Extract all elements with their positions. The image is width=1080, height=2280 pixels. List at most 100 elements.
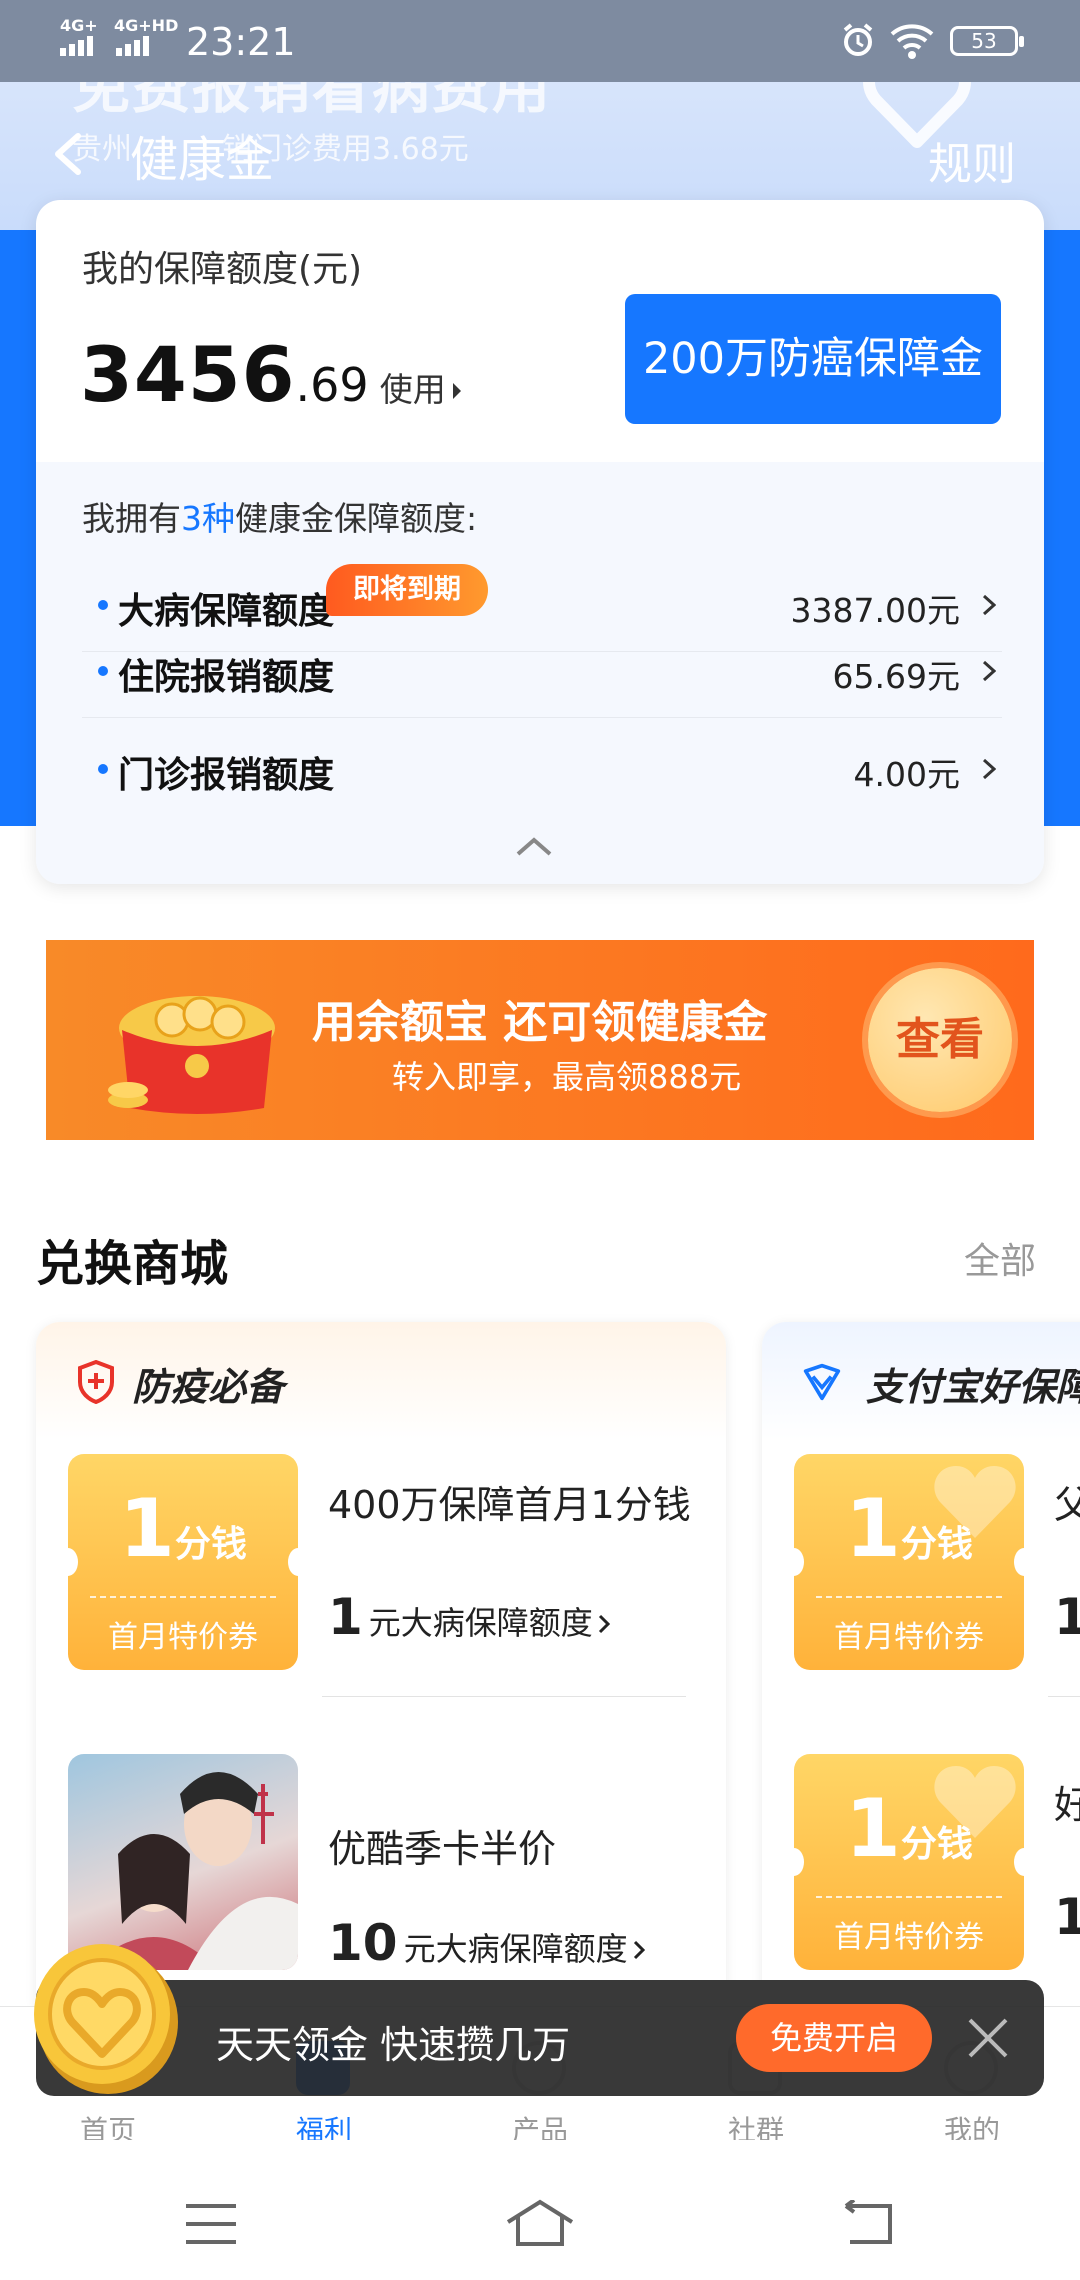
back-arrow-icon[interactable] bbox=[48, 130, 88, 178]
row-value: 65.69元 bbox=[832, 657, 960, 696]
own-count: 3种 bbox=[181, 499, 235, 538]
bullet-dot bbox=[98, 600, 108, 610]
item-amount[interactable]: 1 bbox=[1054, 1588, 1080, 1646]
daily-gold-promo-bar: 天天领金 快速攒几万 免费开启 bbox=[36, 1980, 1044, 2096]
chevron-right-icon bbox=[633, 1940, 645, 1960]
item-title[interactable]: 好 bbox=[1054, 1774, 1080, 1829]
coupon-divider bbox=[816, 1596, 1002, 1598]
item-title[interactable]: 400万保障首月1分钱 bbox=[328, 1474, 691, 1529]
yuebao-banner[interactable]: 用余额宝 还可领健康金 转入即享，最高领888元 查看 bbox=[46, 940, 1034, 1140]
coupon-unit: 分钱 bbox=[174, 1524, 247, 1565]
coupon-card[interactable]: 1分钱 首月特价券 bbox=[58, 1454, 308, 1670]
shield-plus-icon bbox=[78, 1360, 114, 1404]
amount-decimal: .69 bbox=[295, 358, 369, 412]
item-title[interactable]: 优酷季卡半价 bbox=[328, 1818, 556, 1873]
coupon-subtitle: 首月特价券 bbox=[834, 1920, 984, 1955]
item-amount-number: 1 bbox=[328, 1588, 363, 1646]
gold-coin-icon bbox=[34, 1944, 178, 2094]
promo-enable-button[interactable]: 免费开启 bbox=[736, 2004, 932, 2072]
item-amount-text: 元大病保障额度 bbox=[368, 1604, 593, 1642]
item-divider bbox=[1048, 1696, 1080, 1697]
coupon-subtitle: 首月特价券 bbox=[834, 1620, 984, 1655]
coupon-subtitle: 首月特价券 bbox=[108, 1620, 258, 1655]
chevron-right-icon bbox=[982, 594, 996, 616]
row-name: 门诊报销额度 bbox=[118, 755, 335, 796]
system-navigation-bar bbox=[0, 2140, 1080, 2280]
home-nav-icon[interactable] bbox=[504, 2198, 576, 2248]
battery-indicator: 53 bbox=[950, 26, 1024, 56]
banner-view-button[interactable]: 查看 bbox=[868, 968, 1012, 1112]
coupon-card[interactable]: 1分钱 首月特价券 bbox=[784, 1454, 1034, 1670]
chevron-right-icon bbox=[598, 1614, 611, 1634]
row-value: 4.00元 bbox=[853, 755, 960, 794]
own-coverage-label: 我拥有3种健康金保障额度: bbox=[82, 492, 477, 540]
coupon-notch bbox=[784, 1848, 804, 1876]
coupon-notch bbox=[1014, 1848, 1034, 1876]
coupon-value: 1分钱 bbox=[794, 1482, 1024, 1575]
item-amount[interactable]: 1 bbox=[1054, 1888, 1080, 1946]
mall-panel-epidemic: 防疫必备 1分钱 首月特价券 400万保障首月1分钱 1 元大病保障额度 优酷季卡… bbox=[36, 1322, 726, 2022]
item-amount[interactable]: 10 元大病保障额度 bbox=[328, 1914, 645, 1972]
coupon-value: 1分钱 bbox=[794, 1782, 1024, 1875]
row-name: 住院报销额度 bbox=[118, 657, 335, 698]
item-amount-text: 元大病保障额度 bbox=[403, 1930, 628, 1968]
item-divider bbox=[322, 1696, 686, 1697]
own-suffix: 健康金保障额度: bbox=[235, 499, 478, 538]
network-label-1: 4G+ bbox=[60, 16, 98, 35]
chevron-right-icon bbox=[452, 383, 461, 399]
red-packet-icon bbox=[108, 996, 275, 1114]
coverage-row-outpatient[interactable]: 门诊报销额度 4.00元 bbox=[82, 720, 1002, 816]
coverage-card: 我的保障额度(元) 3456.69 使用 200万防癌保障金 我拥有3种健康金保… bbox=[36, 200, 1044, 884]
back-nav-icon[interactable] bbox=[842, 2200, 894, 2246]
mall-panel-alipay-insurance: 支付宝好保障 1分钱 首月特价券 父 1 1分钱 首月特价券 好 1 bbox=[762, 1322, 1080, 2022]
coupon-notch bbox=[1014, 1548, 1034, 1576]
item-amount-number: 1 bbox=[1054, 1888, 1080, 1946]
bullet-dot bbox=[98, 764, 108, 774]
alarm-icon bbox=[843, 23, 873, 56]
coverage-row-hospitalization[interactable]: 住院报销额度 65.69元 bbox=[82, 622, 1002, 718]
signal-icon-2 bbox=[116, 36, 149, 56]
expiring-badge: 即将到期 bbox=[326, 564, 488, 616]
coverage-label: 我的保障额度(元) bbox=[82, 249, 363, 290]
panel-name: 支付宝好保障 bbox=[866, 1365, 1080, 1409]
panel-name: 防疫必备 bbox=[132, 1365, 285, 1409]
banner-subtitle: 转入即享，最高领888元 bbox=[392, 1058, 742, 1096]
close-icon[interactable] bbox=[966, 2016, 1010, 2060]
item-amount[interactable]: 1 元大病保障额度 bbox=[328, 1588, 611, 1646]
banner-title: 用余额宝 还可领健康金 bbox=[312, 997, 768, 1048]
item-title[interactable]: 父 bbox=[1054, 1474, 1080, 1529]
menu-icon[interactable] bbox=[184, 2202, 238, 2246]
anti-cancer-fund-button[interactable]: 200万防癌保障金 bbox=[625, 294, 1001, 424]
coupon-divider bbox=[816, 1896, 1002, 1898]
coupon-notch bbox=[58, 1548, 78, 1576]
coupon-value: 1分钱 bbox=[68, 1482, 298, 1575]
coupon-divider bbox=[90, 1596, 276, 1598]
status-bar: 4G+ 4G+HD 23:21 53 bbox=[0, 0, 1080, 82]
rules-link[interactable]: 规则 bbox=[928, 128, 1016, 192]
chevron-right-icon bbox=[982, 758, 996, 780]
coupon-notch bbox=[784, 1548, 804, 1576]
bullet-dot bbox=[98, 666, 108, 676]
coupon-unit: 分钱 bbox=[900, 1524, 973, 1565]
clock: 23:21 bbox=[186, 20, 296, 64]
signal-icon bbox=[60, 36, 93, 56]
item-amount-number: 10 bbox=[328, 1914, 398, 1972]
use-link[interactable]: 使用 bbox=[380, 370, 446, 409]
coupon-number: 1 bbox=[845, 1482, 901, 1575]
promo-text: 天天领金 快速攒几万 bbox=[216, 2023, 571, 2067]
chevron-right-icon bbox=[982, 660, 996, 682]
coverage-amount[interactable]: 3456.69 使用 bbox=[80, 330, 463, 419]
coupon-card[interactable]: 1分钱 首月特价券 bbox=[784, 1754, 1034, 1970]
mall-section-title: 兑换商城 bbox=[36, 1236, 229, 1292]
amount-integer: 3456 bbox=[80, 330, 296, 419]
page-title: 健康金 bbox=[130, 132, 275, 188]
own-prefix: 我拥有 bbox=[82, 499, 181, 538]
coupon-notch bbox=[288, 1548, 308, 1576]
network-label-2: 4G+HD bbox=[114, 16, 179, 35]
coupon-unit: 分钱 bbox=[900, 1824, 973, 1865]
chevron-up-icon[interactable] bbox=[514, 834, 554, 858]
mall-all-link[interactable]: 全部 bbox=[964, 1232, 1036, 1284]
item-amount-number: 1 bbox=[1054, 1588, 1080, 1646]
wifi-icon bbox=[890, 24, 934, 59]
shield-heart-icon bbox=[803, 1363, 841, 1401]
